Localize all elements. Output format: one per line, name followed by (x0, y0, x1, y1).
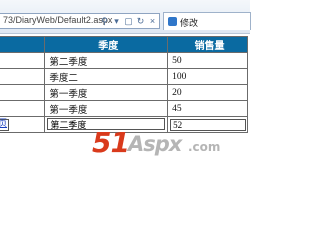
row-action-cell (0, 68, 46, 85)
header-cell-empty (0, 36, 46, 53)
stop-icon[interactable]: × (148, 16, 157, 26)
watermark-aspx: Aspx (128, 132, 182, 156)
sales-cell: 100 (167, 68, 248, 85)
grid-header-row: 季度 销售量 (0, 36, 248, 53)
row-action-cell (0, 84, 46, 101)
quarter-cell: 第一季度 (44, 84, 169, 101)
header-cell-quarter: 季度 (44, 36, 169, 53)
table-row: 第二季度 50 (0, 52, 248, 69)
page-favicon-icon (168, 17, 177, 26)
search-icon[interactable]: ⚲ (100, 16, 109, 26)
watermark-51: 51 (92, 126, 130, 159)
dropdown-icon[interactable]: ▾ (112, 16, 121, 26)
page-link[interactable]: 页 (0, 116, 7, 129)
header-cell-sales: 销售量 (167, 36, 248, 53)
sales-grid: 季度 销售量 第二季度 50 季度二 100 第一季度 20 第一季度 45 (0, 36, 248, 133)
address-bar[interactable]: 73/DiaryWeb/Default2.aspx ⚲ ▾ ▢ ↻ × (0, 13, 160, 29)
watermark-com: .com (188, 140, 221, 154)
browser-toolbar: 73/DiaryWeb/Default2.aspx ⚲ ▾ ▢ ↻ × 修改 (0, 0, 251, 34)
sales-cell: 45 (167, 100, 248, 117)
browser-tab[interactable]: 修改 (163, 12, 251, 30)
sales-cell: 20 (167, 84, 248, 101)
table-row: 第一季度 20 (0, 84, 248, 101)
address-bar-icons: ⚲ ▾ ▢ ↻ × (100, 15, 157, 27)
address-url: 73/DiaryWeb/Default2.aspx (3, 15, 113, 25)
quarter-cell: 第二季度 (44, 52, 169, 69)
row-action-cell (0, 52, 46, 69)
tab-title: 修改 (180, 18, 199, 28)
site-watermark: 51 Aspx .com (92, 126, 222, 162)
quarter-cell: 季度二 (44, 68, 169, 85)
quarter-cell: 第一季度 (44, 100, 169, 117)
sales-cell: 50 (167, 52, 248, 69)
compatibility-icon[interactable]: ▢ (124, 16, 133, 26)
table-row: 第一季度 45 (0, 100, 248, 117)
row-action-cell (0, 100, 46, 117)
table-row: 季度二 100 (0, 68, 248, 85)
refresh-icon[interactable]: ↻ (136, 16, 145, 26)
